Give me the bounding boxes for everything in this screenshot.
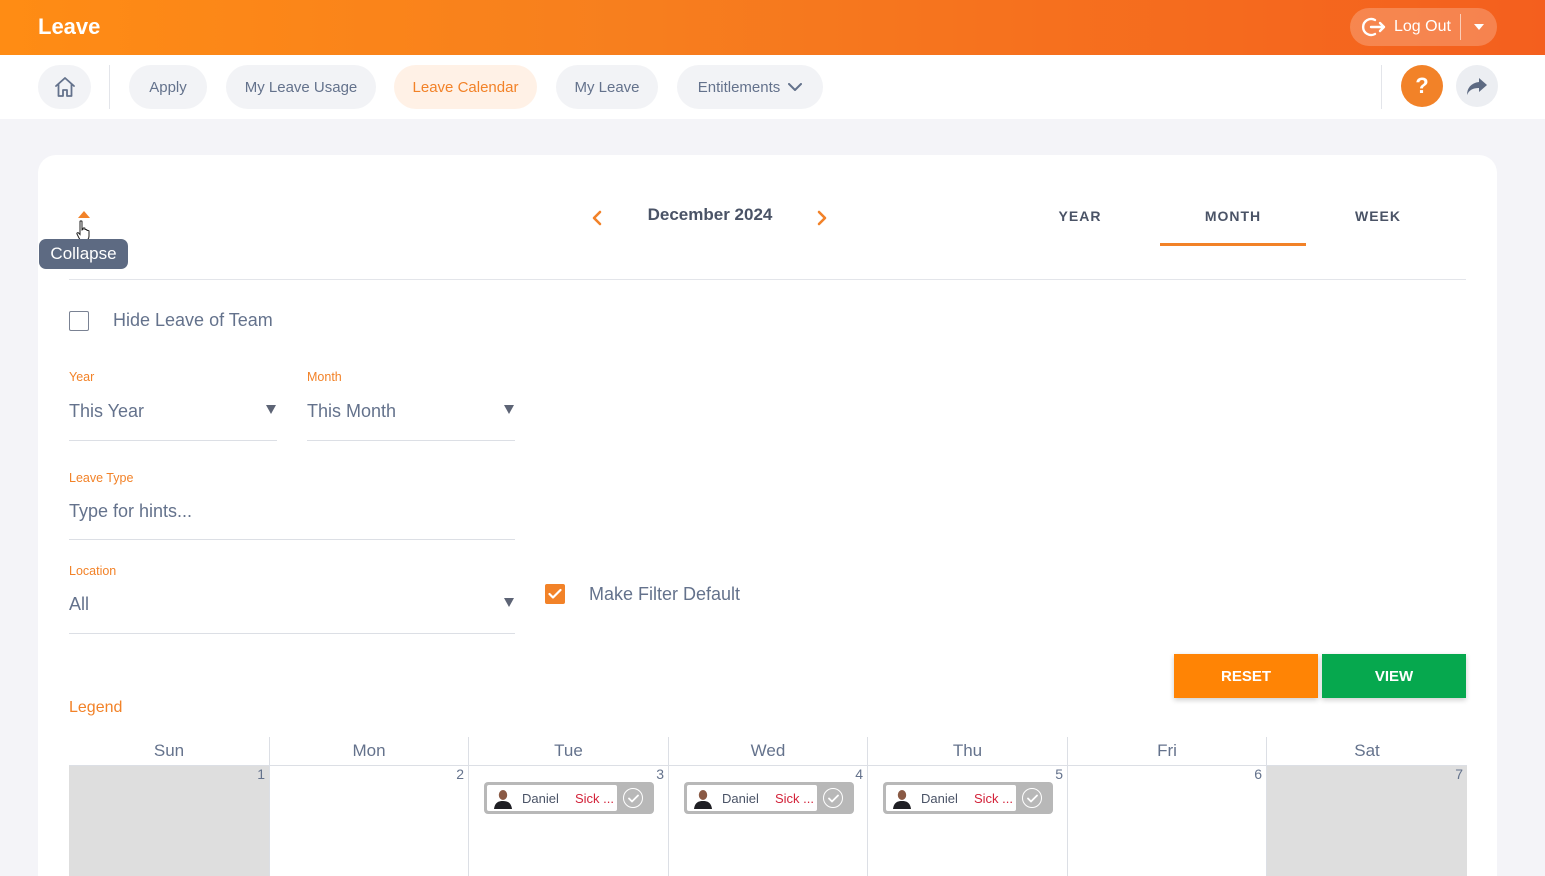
chevron-down-icon xyxy=(788,82,803,91)
weekday-header: Thu xyxy=(867,737,1067,765)
month-title: December 2024 xyxy=(647,205,773,224)
day-number: 4 xyxy=(855,766,863,782)
leave-type: Sick ... xyxy=(575,790,615,806)
legend-toggle[interactable]: Legend xyxy=(69,699,122,717)
weekday-header: Fri xyxy=(1067,737,1266,765)
home-button[interactable] xyxy=(38,65,91,109)
logout-icon xyxy=(1362,17,1386,37)
nav-item-my-leave[interactable]: My Leave xyxy=(556,65,658,109)
tab-year[interactable]: YEAR xyxy=(1010,208,1150,224)
calendar-day[interactable]: 3 Daniel Sick ... xyxy=(468,766,668,876)
location-label: Location xyxy=(69,564,117,578)
hide-team-checkbox[interactable] xyxy=(69,311,89,331)
month-label: Month xyxy=(307,370,342,384)
day-number: 5 xyxy=(1055,766,1063,782)
caret-down-icon xyxy=(1474,24,1484,30)
year-underline xyxy=(69,440,277,441)
app-title: Leave xyxy=(38,14,101,39)
year-select[interactable]: This Year xyxy=(69,401,144,422)
nav-item-leave-calendar[interactable]: Leave Calendar xyxy=(394,65,537,109)
collapse-tooltip: Collapse xyxy=(39,239,128,269)
collapse-toggle[interactable] xyxy=(78,211,90,218)
year-label: Year xyxy=(69,370,95,384)
leave-event-body: Daniel Sick ... xyxy=(687,785,817,811)
day-number: 7 xyxy=(1455,766,1463,782)
weekday-header: Wed xyxy=(668,737,867,765)
day-number: 1 xyxy=(257,766,265,782)
nav-item-my-leave-usage[interactable]: My Leave Usage xyxy=(226,65,376,109)
calendar-day[interactable]: 6 xyxy=(1067,766,1266,876)
leave-event-body: Daniel Sick ... xyxy=(886,785,1016,811)
approved-icon xyxy=(823,788,843,808)
nav-item-apply[interactable]: Apply xyxy=(129,65,207,109)
weekday-header: Sat xyxy=(1266,737,1467,765)
leave-event[interactable]: Daniel Sick ... xyxy=(883,782,1053,814)
hide-team-label: Hide Leave of Team xyxy=(113,310,273,330)
leave-event[interactable]: Daniel Sick ... xyxy=(484,782,654,814)
check-icon xyxy=(548,588,562,599)
calendar-day[interactable]: 2 xyxy=(269,766,468,876)
avatar xyxy=(891,787,913,809)
weekday-header: Sun xyxy=(153,741,185,760)
leave-type: Sick ... xyxy=(775,790,815,806)
caret-down-icon xyxy=(504,405,514,414)
avatar xyxy=(692,787,714,809)
tab-week[interactable]: WEEK xyxy=(1310,208,1446,224)
leave-event-body: Daniel Sick ... xyxy=(487,785,617,811)
logout-button[interactable]: Log Out xyxy=(1350,8,1460,46)
nav-item-entitlements-label: Entitlements xyxy=(697,78,781,96)
make-default-label: Make Filter Default xyxy=(589,584,741,604)
month-select[interactable]: This Month xyxy=(307,401,396,422)
home-icon xyxy=(54,77,75,97)
next-month-button[interactable] xyxy=(812,206,832,230)
calendar-day[interactable]: 4 Daniel Sick ... xyxy=(668,766,867,876)
employee-name: Daniel xyxy=(722,790,759,806)
location-select[interactable]: All xyxy=(69,594,89,615)
leave-type: Sick ... xyxy=(974,790,1014,806)
employee-name: Daniel xyxy=(921,790,958,806)
calendar-day[interactable]: 5 Daniel Sick ... xyxy=(867,766,1067,876)
leave-event[interactable]: Daniel Sick ... xyxy=(684,782,854,814)
share-icon xyxy=(1467,78,1487,95)
user-menu-dropdown[interactable] xyxy=(1461,8,1497,46)
approved-icon xyxy=(1022,788,1042,808)
month-underline xyxy=(307,440,515,441)
leave-type-input[interactable]: Type for hints... xyxy=(69,501,192,522)
weekday-header: Tue xyxy=(468,737,668,765)
avatar xyxy=(492,787,514,809)
top-bar: Leave Log Out xyxy=(0,0,1545,55)
leave-type-underline xyxy=(69,539,515,540)
caret-down-icon xyxy=(504,598,514,607)
active-tab-indicator xyxy=(1160,243,1306,246)
leave-type-label: Leave Type xyxy=(69,471,134,485)
logout-label: Log Out xyxy=(1394,18,1451,35)
day-number: 6 xyxy=(1254,766,1262,782)
approved-icon xyxy=(623,788,643,808)
make-default-checkbox[interactable] xyxy=(545,584,565,604)
weekday-header: Mon xyxy=(269,737,468,765)
help-button[interactable]: ? xyxy=(1401,65,1443,107)
calendar-day[interactable]: 7 xyxy=(1266,766,1467,876)
day-number: 3 xyxy=(656,766,664,782)
share-button[interactable] xyxy=(1456,65,1498,107)
header-divider xyxy=(69,279,1466,280)
calendar-day[interactable]: 1 xyxy=(69,766,269,876)
nav-separator xyxy=(1381,65,1382,109)
chevron-left-icon xyxy=(592,210,602,226)
nav-item-entitlements[interactable]: Entitlements xyxy=(677,65,823,109)
nav-bar: Apply My Leave Usage Leave Calendar My L… xyxy=(0,55,1545,119)
chevron-right-icon xyxy=(817,210,827,226)
prev-month-button[interactable] xyxy=(587,206,607,230)
reset-button[interactable]: RESET xyxy=(1174,654,1318,698)
nav-separator xyxy=(109,65,110,109)
location-underline xyxy=(69,633,515,634)
employee-name: Daniel xyxy=(522,790,559,806)
logout-group: Log Out xyxy=(1350,8,1497,46)
caret-down-icon xyxy=(266,405,276,414)
view-button[interactable]: VIEW xyxy=(1322,654,1466,698)
tab-month[interactable]: MONTH xyxy=(1160,208,1306,224)
day-number: 2 xyxy=(456,766,464,782)
